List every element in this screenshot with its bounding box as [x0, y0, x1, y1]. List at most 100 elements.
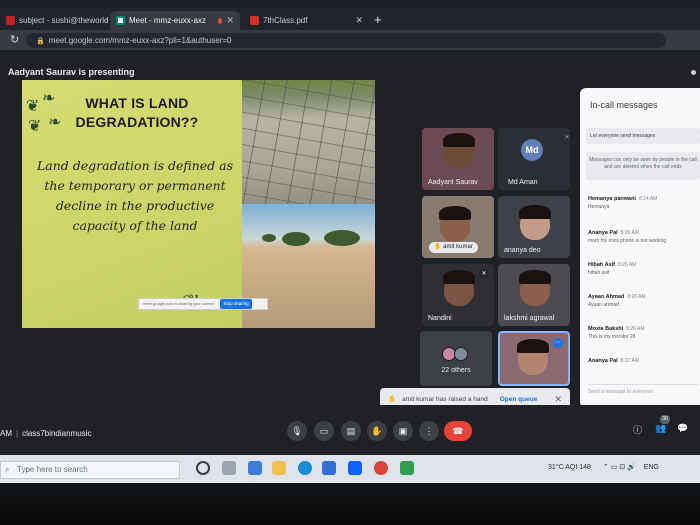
chat-input[interactable]: Send a message to everyone — [588, 384, 698, 398]
system-tray: 31°C AQI 148 ⌃ ▭ ⊡ 🔊 ENG — [548, 463, 659, 471]
reload-icon[interactable]: ↻ — [10, 33, 19, 46]
participant-tile[interactable]: lakshmi agrawal — [498, 264, 570, 326]
meeting-time: AM — [0, 429, 12, 438]
tab-meet[interactable]: Meet - mmz-euxx-axz ✕ — [110, 11, 240, 30]
search-placeholder: Type here to search — [17, 465, 88, 474]
meeting-code: class7bindianmusic — [22, 429, 92, 438]
open-queue-button[interactable]: Open queue — [500, 396, 538, 403]
slide-title: WHAT IS LAND DEGRADATION?? — [75, 95, 199, 130]
task-view-icon[interactable] — [222, 461, 236, 475]
tray-icons[interactable]: ⌃ ▭ ⊡ 🔊 — [603, 464, 636, 471]
dropbox-icon[interactable] — [348, 461, 362, 475]
cortana-icon[interactable] — [196, 461, 210, 475]
camera-button[interactable]: ▭ — [314, 421, 334, 441]
participant-name: ananya deo — [504, 247, 541, 254]
chat-panel: In-call messages Let everyone send messa… — [580, 88, 700, 408]
close-tab-icon[interactable]: ✕ — [226, 15, 234, 26]
cracked-ground-photo — [242, 80, 375, 210]
weather-status[interactable]: 31°C AQI 148 — [548, 464, 591, 471]
participant-tile[interactable]: Md Md Aman ✕ — [498, 128, 570, 190]
others-tile[interactable]: 22 others — [420, 331, 492, 386]
tab-mail[interactable]: subject - sushi@theworldsch ✕ — [0, 11, 108, 30]
mic-button[interactable]: 🎙 — [287, 421, 307, 441]
present-button[interactable]: ▣ — [393, 421, 413, 441]
tab-label: 7thClass.pdf — [263, 16, 308, 25]
message-time: 8:26 AM — [618, 262, 637, 268]
let-everyone-send-toggle[interactable]: Let everyone send messages — [586, 128, 700, 144]
close-tab-icon[interactable]: ✕ — [355, 15, 363, 26]
meeting-info: AM | class7bindianmusic — [0, 429, 92, 438]
url-text: meet.google.com/mmz-euxx-axz?pli=1&authu… — [48, 36, 232, 45]
new-tab-icon[interactable]: + — [374, 12, 382, 27]
captions-button[interactable]: ▤ — [341, 421, 361, 441]
pdf-favicon-icon — [250, 16, 259, 25]
participant-video — [443, 133, 475, 147]
mail-favicon-icon — [6, 16, 15, 25]
tab-pdf[interactable]: 7thClass.pdf ✕ — [244, 11, 369, 30]
shrub — [324, 230, 360, 246]
stop-sharing-button[interactable]: Stop sharing — [220, 299, 252, 309]
hand-icon: ✋ — [371, 426, 383, 436]
chat-title: In-call messages — [590, 100, 658, 110]
participant-video — [443, 270, 475, 284]
mic-off-icon: ✕ — [479, 269, 489, 279]
chrome-icon[interactable] — [374, 461, 388, 475]
leaf-decoration-icon: ❦ — [28, 118, 42, 135]
meet-favicon-icon — [116, 16, 125, 25]
message-text: Ayaan ahmad — [588, 302, 619, 308]
presented-slide: ❦ ❧ ❦ ❧ WHAT IS LAND DEGRADATION?? Land … — [22, 80, 375, 328]
participant-tile[interactable]: ✋ amit kumar — [422, 196, 494, 258]
store-icon[interactable] — [248, 461, 262, 475]
close-icon[interactable]: ✕ — [554, 394, 562, 405]
raised-hand-badge: ✋ amit kumar — [429, 242, 478, 253]
raise-hand-button[interactable]: ✋ — [367, 421, 387, 441]
hand-icon: ✋ — [388, 396, 397, 403]
mail-icon[interactable] — [322, 461, 336, 475]
others-count: 22 others — [441, 367, 471, 374]
participant-video — [519, 205, 551, 219]
message-sender: Hemanya panwani — [588, 196, 636, 202]
taskbar-search[interactable]: ⌕ Type here to search — [0, 461, 180, 479]
message-time: 8:24 AM — [639, 196, 658, 202]
leave-call-button[interactable]: ☎ — [444, 421, 472, 441]
chat-message: Moxia Bakshi 8:26 AM This is my monitor 2… — [588, 326, 698, 340]
tab-label: Meet - mmz-euxx-axz — [129, 16, 206, 25]
tab-label: subject - sushi@theworldsch — [19, 16, 108, 25]
participant-count-badge: 30 — [660, 415, 670, 424]
message-sender: Ananya Pal — [588, 230, 618, 236]
more-options-button[interactable]: ⋮ — [419, 421, 439, 441]
url-field[interactable]: 🔒 meet.google.com/mmz-euxx-axz?pli=1&auth… — [26, 33, 666, 48]
file-explorer-icon[interactable] — [272, 461, 286, 475]
participant-tile[interactable]: ✕ Nandini — [422, 264, 494, 326]
shrub — [262, 234, 276, 242]
mic-icon: 🎙 — [291, 426, 303, 436]
more-options-icon[interactable]: ⋯ — [553, 338, 563, 348]
message-text: Hemanya — [588, 204, 610, 210]
app-icon[interactable] — [400, 461, 414, 475]
captions-icon: ▤ — [346, 426, 356, 436]
participant-tile[interactable]: ananya deo — [498, 196, 570, 258]
address-bar: ↻ 🔒 meet.google.com/mmz-euxx-axz?pli=1&au… — [0, 30, 700, 50]
more-options-icon[interactable] — [691, 70, 696, 75]
self-view-tile[interactable]: ⋯ — [498, 331, 570, 386]
message-time: 8:26 AM — [626, 326, 645, 332]
participant-name: lakshmi agrawal — [504, 315, 555, 322]
message-sender: Hibah Asif — [588, 262, 615, 268]
toast-text: amit kumar has raised a hand — [402, 395, 488, 403]
message-text: This is my monitor 28 — [588, 334, 636, 340]
camera-icon: ▭ — [319, 426, 329, 436]
call-controls-bar: AM | class7bindianmusic 🎙 ▭ ▤ ✋ ▣ ⋮ ☎ ⓘ 👥 … — [0, 405, 700, 455]
language-indicator[interactable]: ENG — [644, 464, 659, 471]
present-icon: ▣ — [398, 426, 408, 436]
avatar — [454, 347, 468, 361]
chat-icon[interactable]: 💬 — [677, 423, 688, 434]
edge-icon[interactable] — [298, 461, 312, 475]
people-icon[interactable]: 👥 — [655, 423, 666, 434]
chat-message: Hemanya panwani 8:24 AM Hemanya — [588, 196, 698, 210]
participant-tile[interactable]: Aadyant Saurav — [422, 128, 494, 190]
chat-message: Ananya Pal 8:27 AM — [588, 358, 698, 364]
chat-notice: Messages can only be seen by people in t… — [586, 152, 700, 180]
chat-message: Ananya Pal 8:26 AM mam my mics phone is n… — [588, 230, 698, 244]
info-icon[interactable]: ⓘ — [633, 423, 642, 436]
message-text: mam my mics phone is not working — [588, 238, 667, 244]
